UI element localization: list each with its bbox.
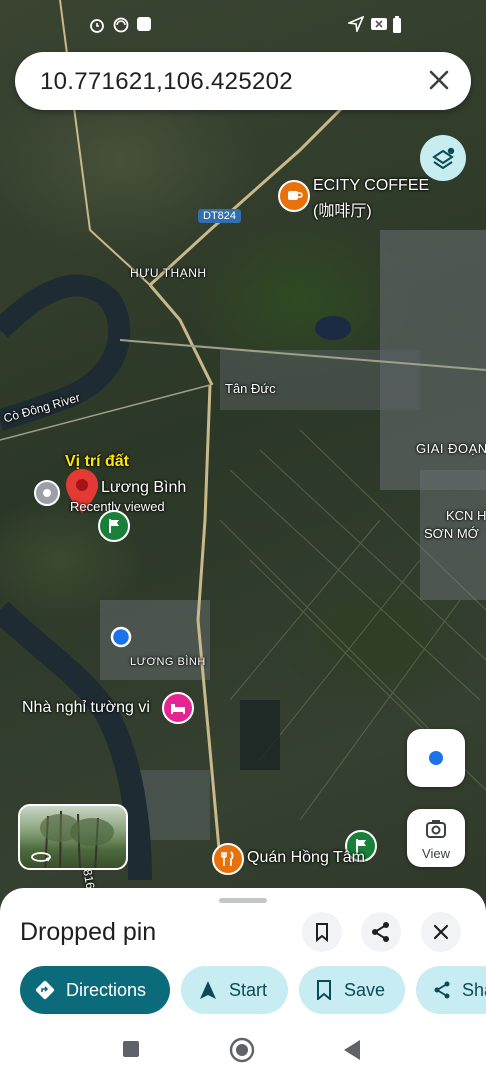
- quan-hong-tam-label[interactable]: Quán Hồng Tâm: [247, 849, 365, 867]
- camera-icon: [426, 820, 446, 838]
- luong-binh-pin-label[interactable]: Lương Bình: [101, 479, 186, 497]
- coffee-poi-label[interactable]: ECITY COFFEE: [313, 177, 429, 195]
- square-icon: [137, 17, 151, 31]
- my-location-icon: [429, 751, 443, 765]
- coffee-poi-marker[interactable]: [278, 180, 310, 212]
- hotel-poi-marker[interactable]: [162, 692, 194, 724]
- current-location-dot: [110, 626, 132, 648]
- share-icon: [372, 922, 389, 942]
- search-bar[interactable]: 10.771621,106.425202: [15, 52, 471, 110]
- place-title: Dropped pin: [20, 918, 157, 946]
- back-icon[interactable]: [342, 1039, 362, 1061]
- close-sheet-button[interactable]: [421, 912, 461, 952]
- coffee-cup-icon: [288, 191, 303, 200]
- huu-thanh-label: HỰU THẠNH: [130, 266, 207, 280]
- flag-icon: [109, 519, 119, 533]
- battery-icon: [393, 16, 401, 33]
- sheet-drag-handle[interactable]: [219, 898, 267, 903]
- road-shield-dt824: DT824: [198, 209, 242, 223]
- navigation-arrow-icon: [200, 981, 216, 999]
- bed-icon: [171, 704, 185, 714]
- view-button-label: View: [422, 846, 450, 861]
- restaurant-poi-marker[interactable]: [212, 843, 244, 875]
- giai-doan-label: GIAI ĐOẠN: [416, 441, 486, 456]
- flag-poi-marker[interactable]: [98, 510, 130, 542]
- coffee-poi-sublabel: (咖啡厅): [313, 203, 372, 220]
- battery-x-icon: [371, 18, 387, 30]
- tan-duc-label: Tân Đức: [225, 381, 276, 396]
- recents-icon[interactable]: [122, 1040, 140, 1058]
- street-view-thumbnail[interactable]: [18, 804, 128, 870]
- close-icon: [433, 924, 449, 940]
- home-icon[interactable]: [229, 1037, 255, 1063]
- bookmark-icon: [316, 923, 328, 943]
- dropped-pin-origin[interactable]: [34, 480, 60, 506]
- layers-button[interactable]: [420, 135, 466, 181]
- system-nav-bar: [0, 1020, 486, 1080]
- view-button[interactable]: View: [407, 809, 465, 867]
- start-label: Start: [229, 979, 268, 1000]
- fork-knife-icon: [221, 851, 234, 866]
- start-button[interactable]: Start: [181, 966, 288, 1014]
- share-chip-label: Sha: [462, 979, 486, 1000]
- directions-button[interactable]: Directions: [20, 966, 170, 1014]
- share-button[interactable]: [361, 912, 401, 952]
- bookmark-icon: [317, 980, 331, 1000]
- share-icon: [434, 981, 450, 999]
- directions-label: Directions: [66, 979, 147, 1000]
- nha-nghi-label[interactable]: Nhà nghỉ tường vi: [22, 699, 150, 717]
- search-input[interactable]: 10.771621,106.425202: [40, 68, 293, 96]
- status-bar: [0, 0, 486, 46]
- son-mo-label: SƠN MỚ: [424, 526, 479, 541]
- save-button[interactable]: Save: [299, 966, 405, 1014]
- my-location-button[interactable]: [407, 729, 465, 787]
- alarm-icon: [90, 19, 104, 33]
- share-chip-button[interactable]: Sha: [416, 966, 486, 1014]
- kcn-label: KCN H: [446, 508, 486, 523]
- close-icon[interactable]: [423, 64, 455, 96]
- layers-icon: [432, 147, 455, 170]
- swirl-icon: [113, 17, 129, 33]
- 360-icon: [31, 852, 51, 862]
- luong-binh-area-label: LƯƠNG BÌNH: [130, 656, 206, 668]
- bookmark-button[interactable]: [302, 912, 342, 952]
- directions-icon: [35, 980, 55, 1000]
- location-icon: [348, 16, 364, 32]
- save-label: Save: [344, 979, 386, 1000]
